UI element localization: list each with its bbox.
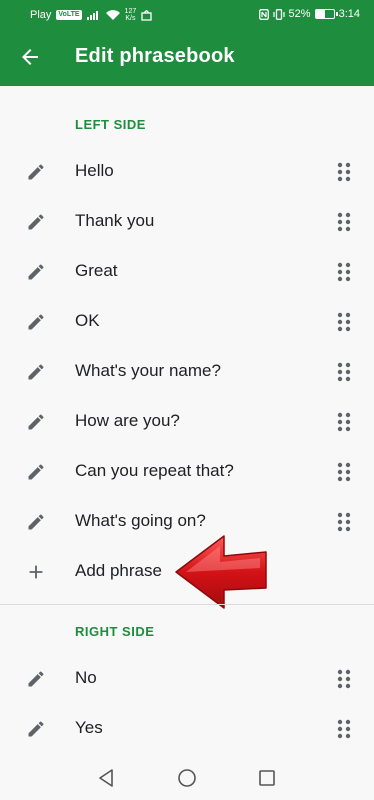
phrase-label: OK bbox=[75, 311, 100, 330]
pencil-icon[interactable] bbox=[26, 719, 46, 739]
right-side-header: RIGHT SIDE bbox=[75, 624, 155, 639]
pencil-icon[interactable] bbox=[26, 212, 46, 232]
pencil-icon[interactable] bbox=[26, 162, 46, 182]
add-phrase-label: Add phrase bbox=[75, 561, 162, 580]
app-bar: Edit phrasebook bbox=[0, 28, 374, 86]
status-bar-right: 52% 3:14 bbox=[258, 8, 360, 20]
left-side-header: LEFT SIDE bbox=[75, 117, 146, 132]
phrase-label: What's your name? bbox=[75, 361, 221, 380]
volte-badge: VoLTE bbox=[56, 10, 82, 20]
phrase-label: How are you? bbox=[75, 411, 180, 430]
vibrate-icon bbox=[272, 8, 285, 20]
phrase-label: What's going on? bbox=[75, 511, 206, 530]
drag-handle-icon[interactable] bbox=[337, 669, 351, 689]
pencil-icon[interactable] bbox=[26, 412, 46, 432]
triangle-back-icon[interactable] bbox=[96, 767, 118, 789]
network-speed: 127 K/s bbox=[125, 8, 137, 22]
drag-handle-icon[interactable] bbox=[337, 412, 351, 432]
battery-percent: 52% bbox=[288, 8, 311, 20]
phrase-label: No bbox=[75, 668, 97, 687]
phrase-row[interactable]: Can you repeat that? bbox=[0, 447, 374, 497]
section-divider bbox=[0, 604, 374, 605]
signal-icon bbox=[86, 11, 98, 20]
plus-icon bbox=[29, 565, 43, 579]
pencil-icon[interactable] bbox=[26, 262, 46, 282]
arrow-back-icon[interactable] bbox=[18, 45, 42, 69]
square-recents-icon[interactable] bbox=[256, 767, 278, 789]
phrase-row[interactable]: Yes bbox=[0, 704, 374, 754]
drag-handle-icon[interactable] bbox=[337, 212, 351, 232]
speed-unit: K/s bbox=[125, 15, 136, 22]
phrase-label: Hello bbox=[75, 161, 114, 180]
status-bar-left: Play VoLTE 127 K/s bbox=[30, 8, 152, 22]
pencil-icon[interactable] bbox=[26, 669, 46, 689]
carrier-label: Play bbox=[30, 9, 52, 21]
phrase-row[interactable]: Great bbox=[0, 247, 374, 297]
pencil-icon[interactable] bbox=[26, 462, 46, 482]
notification-icon bbox=[141, 9, 152, 21]
wifi-icon bbox=[105, 10, 120, 20]
phrase-label: Yes bbox=[75, 718, 103, 737]
phrase-row[interactable]: How are you? bbox=[0, 397, 374, 447]
nfc-icon bbox=[258, 8, 269, 20]
phrase-row[interactable]: OK bbox=[0, 297, 374, 347]
system-nav-bar bbox=[0, 755, 374, 800]
phrase-label: Thank you bbox=[75, 211, 155, 230]
clock: 3:14 bbox=[338, 8, 360, 20]
circle-home-icon[interactable] bbox=[176, 767, 198, 789]
phrase-label: Great bbox=[75, 261, 118, 280]
drag-handle-icon[interactable] bbox=[337, 462, 351, 482]
phrase-row[interactable]: No bbox=[0, 654, 374, 704]
phrase-row[interactable]: Thank you bbox=[0, 197, 374, 247]
pencil-icon[interactable] bbox=[26, 512, 46, 532]
speed-value: 127 bbox=[124, 8, 137, 15]
drag-handle-icon[interactable] bbox=[337, 362, 351, 382]
drag-handle-icon[interactable] bbox=[337, 162, 351, 182]
phrase-label: Can you repeat that? bbox=[75, 461, 234, 480]
pencil-icon[interactable] bbox=[26, 312, 46, 332]
red-pointer-arrow bbox=[175, 535, 267, 609]
phrase-row[interactable]: What's your name? bbox=[0, 347, 374, 397]
phrase-row[interactable]: Hello bbox=[0, 147, 374, 197]
status-bar: Play VoLTE 127 K/s 52% 3:14 bbox=[0, 0, 374, 28]
drag-handle-icon[interactable] bbox=[337, 262, 351, 282]
page-title: Edit phrasebook bbox=[75, 45, 235, 67]
drag-handle-icon[interactable] bbox=[337, 719, 351, 739]
pencil-icon[interactable] bbox=[26, 362, 46, 382]
battery-icon bbox=[314, 9, 338, 19]
drag-handle-icon[interactable] bbox=[337, 312, 351, 332]
drag-handle-icon[interactable] bbox=[337, 512, 351, 532]
